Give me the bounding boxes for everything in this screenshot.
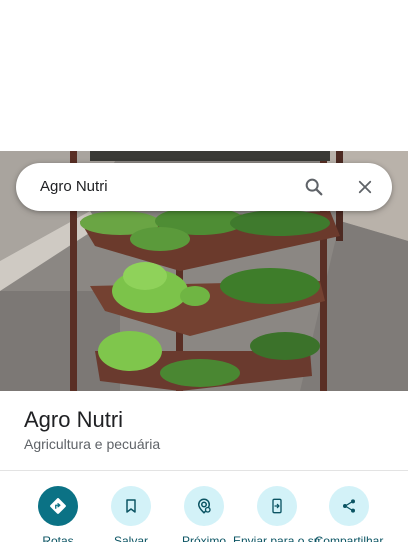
bookmark-icon	[111, 486, 151, 526]
place-category: Agricultura e pecuária	[24, 436, 161, 452]
map-blank-area	[0, 0, 408, 151]
share-label: Compartilhar	[314, 534, 384, 542]
search-input[interactable]: Agro Nutri	[40, 163, 108, 211]
share-icon	[329, 486, 369, 526]
send-to-phone-button[interactable]: Enviar para o smartphone	[233, 486, 321, 542]
nearby-button[interactable]: Próximo	[168, 486, 240, 542]
share-button[interactable]: Compartilhar	[313, 486, 385, 542]
nearby-icon	[184, 486, 224, 526]
divider	[0, 470, 408, 471]
send-to-phone-icon	[257, 486, 297, 526]
directions-icon	[38, 486, 78, 526]
search-icon[interactable]	[302, 175, 326, 199]
close-icon[interactable]	[353, 175, 377, 199]
place-title: Agro Nutri	[24, 407, 124, 432]
directions-button[interactable]: Rotas	[22, 486, 94, 542]
save-button[interactable]: Salvar	[95, 486, 167, 542]
search-bar[interactable]: Agro Nutri	[16, 163, 392, 211]
